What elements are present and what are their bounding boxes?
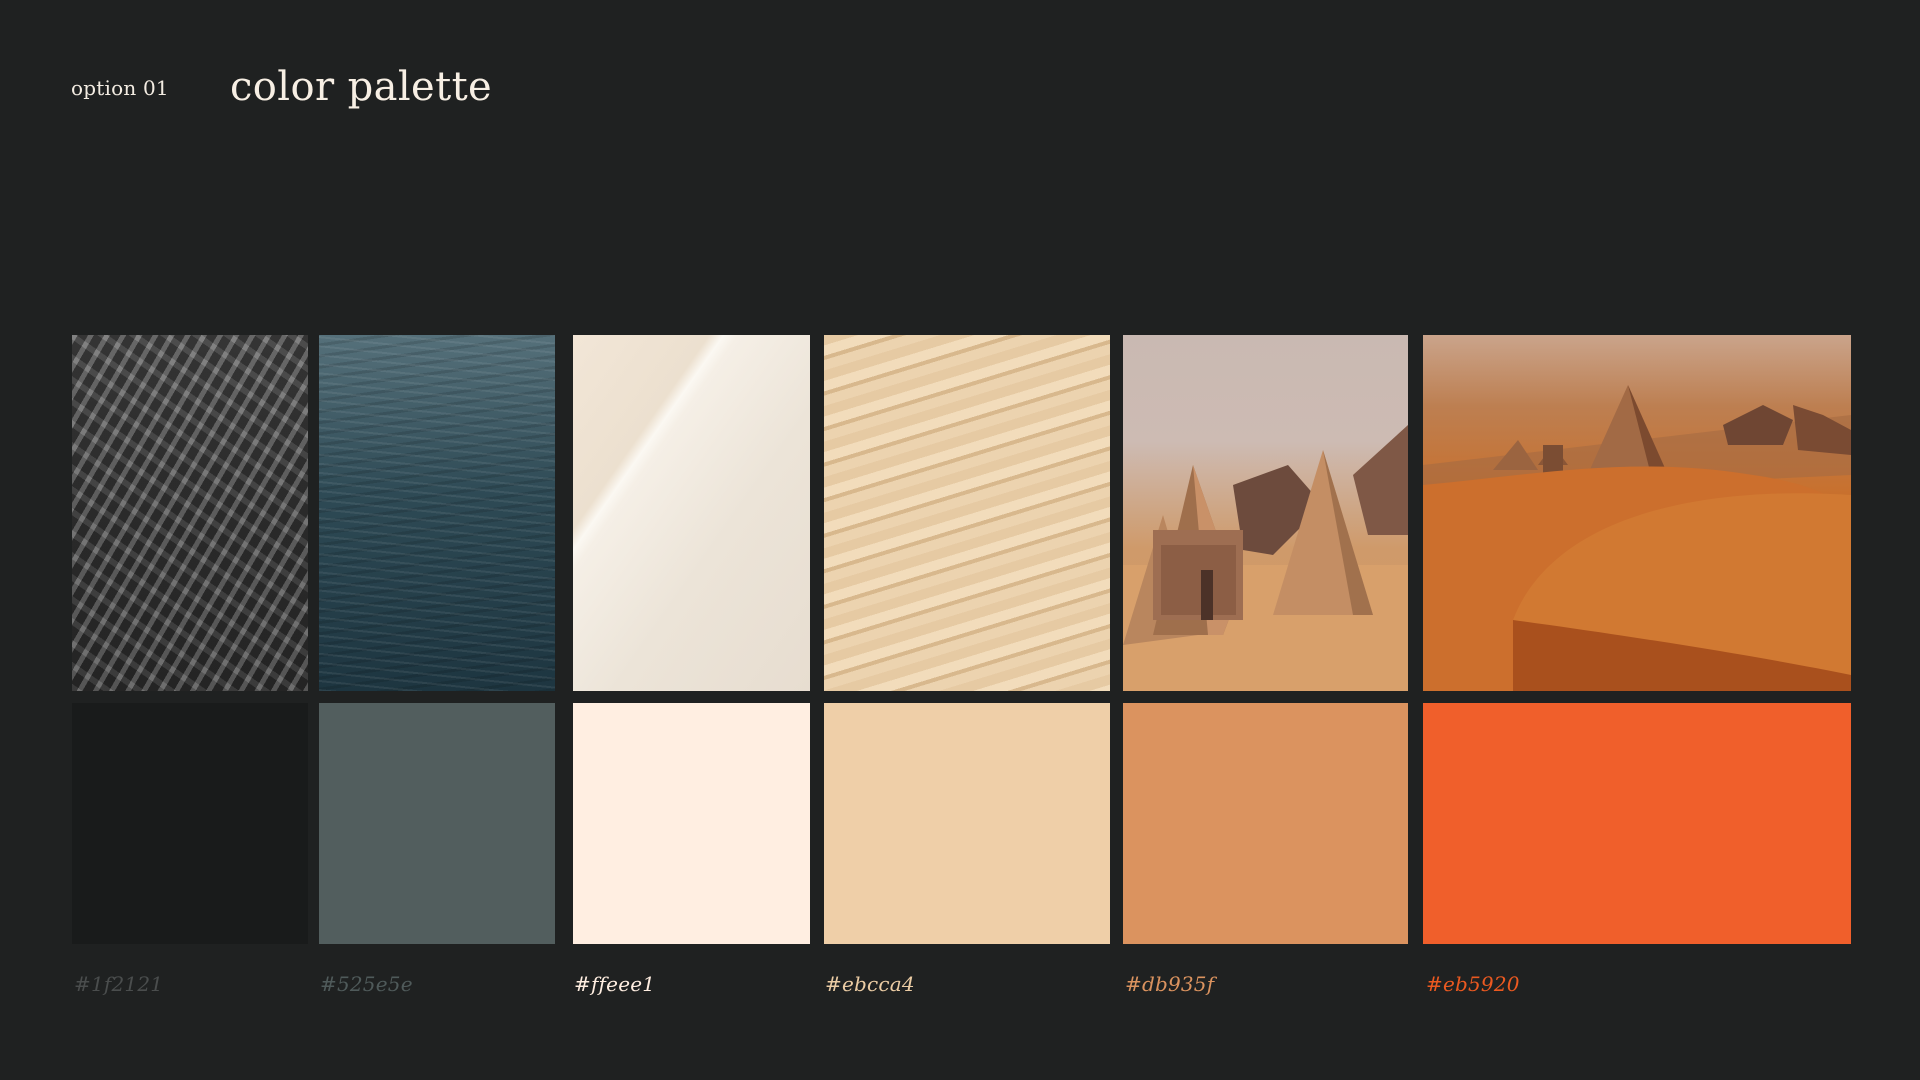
pyramids-illustration [1123, 425, 1408, 691]
inspiration-photo-shoreline [573, 335, 810, 691]
inspiration-photo-desert-dunes [1423, 335, 1851, 691]
page-title: color palette [230, 64, 493, 110]
hex-label-eb5920: #eb5920 [1426, 972, 1520, 996]
hex-label-db935f: #db935f [1125, 972, 1215, 996]
swatch-ebcca4 [824, 703, 1110, 944]
hex-label-ebcca4: #ebcca4 [825, 972, 915, 996]
hex-label-ffeee1: #ffeee1 [574, 972, 656, 996]
swatch-1f2121 [72, 703, 308, 944]
option-label: option 01 [71, 76, 169, 100]
hex-label-1f2121: #1f2121 [74, 972, 164, 996]
inspiration-photo-dunes [824, 335, 1110, 691]
inspiration-photo-pyramids [1123, 335, 1408, 691]
inspiration-photo-ocean [319, 335, 555, 691]
swatch-ffeee1 [573, 703, 810, 944]
inspiration-photo-fish [72, 335, 308, 691]
swatch-525e5e [319, 703, 555, 944]
hex-label-525e5e: #525e5e [320, 972, 413, 996]
swatch-db935f [1123, 703, 1408, 944]
desert-dunes-illustration [1423, 385, 1851, 691]
swatch-eb5920 [1423, 703, 1851, 944]
